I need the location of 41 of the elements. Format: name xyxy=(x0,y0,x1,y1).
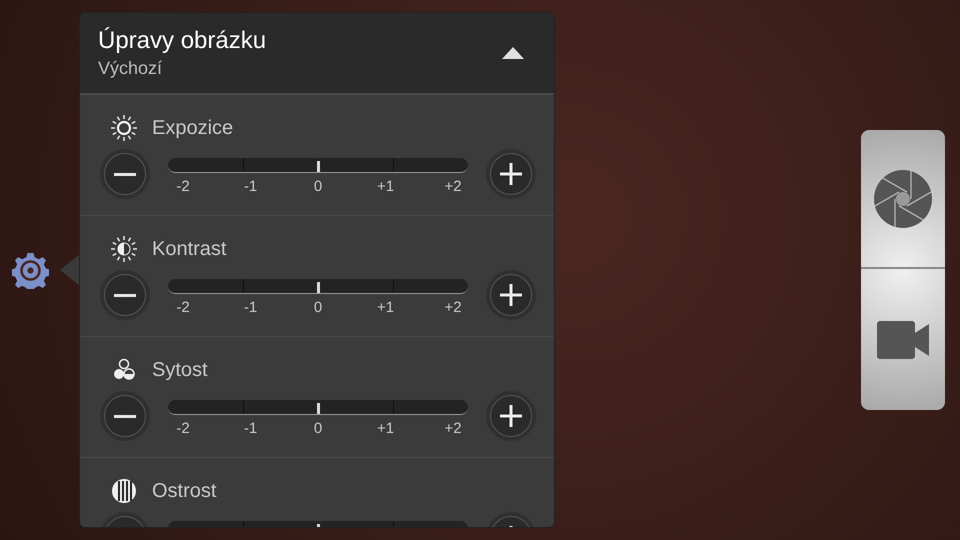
panel-subtitle: Výchozí xyxy=(98,59,164,77)
tick-label: -2 xyxy=(175,298,191,318)
slider-track[interactable] xyxy=(168,279,468,294)
slider-track[interactable] xyxy=(168,158,468,173)
plus-icon xyxy=(499,404,523,428)
tick-label: 0 xyxy=(312,419,324,439)
settings-icon[interactable] xyxy=(12,252,49,289)
slider-thumb[interactable] xyxy=(317,403,320,414)
plus-icon xyxy=(499,162,523,186)
striped-circle-icon xyxy=(110,477,138,505)
setting-label: Ostrost xyxy=(152,479,216,504)
caret-up-icon[interactable] xyxy=(502,47,524,59)
minus-icon xyxy=(114,294,136,296)
panel-header[interactable]: Úpravy obrázku Výchozí xyxy=(80,13,554,95)
tick-label: +2 xyxy=(443,177,463,197)
video-camera-icon xyxy=(877,320,929,358)
tick-label: +2 xyxy=(443,419,463,439)
tick-label: 0 xyxy=(312,177,324,197)
tick-label: -1 xyxy=(242,298,258,318)
tick-label: +1 xyxy=(376,419,396,439)
tick-label: -2 xyxy=(175,177,191,197)
setting-label: Kontrast xyxy=(152,237,226,262)
slider-thumb[interactable] xyxy=(317,282,320,293)
tick-label: -2 xyxy=(175,419,191,439)
slider-thumb[interactable] xyxy=(317,161,320,172)
plus-icon xyxy=(499,283,523,307)
tick-label: -1 xyxy=(242,419,258,439)
slider-track[interactable] xyxy=(168,400,468,415)
setting-label: Sytost xyxy=(152,358,208,383)
tick-label: -1 xyxy=(242,177,258,197)
tick-label: 0 xyxy=(312,298,324,318)
panel-title: Úpravy obrázku xyxy=(98,29,266,53)
tick-label: +1 xyxy=(376,298,396,318)
aperture-icon xyxy=(873,168,933,228)
setting-label: Expozice xyxy=(152,116,234,141)
minus-icon xyxy=(114,172,136,176)
tick-label: +1 xyxy=(376,177,396,197)
contrast-icon xyxy=(110,235,138,263)
minus-icon xyxy=(114,414,136,418)
sun-icon xyxy=(110,114,138,142)
tick-label: +2 xyxy=(443,298,463,318)
